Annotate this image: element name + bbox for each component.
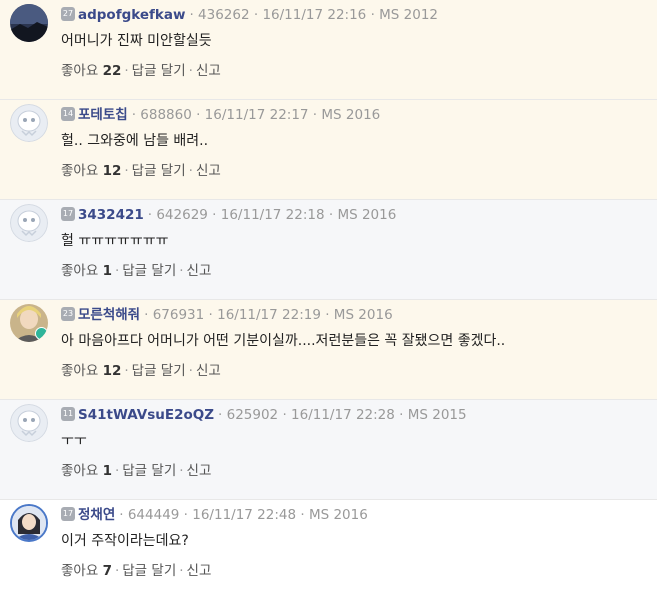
comment-text: 이거 주작이라는데요? [61, 533, 189, 549]
photo-avatar[interactable] [10, 504, 48, 542]
report-button[interactable]: 신고 [187, 563, 212, 579]
comment-actions: 좋아요 7 · 답글 달기 · 신고 [61, 563, 212, 579]
comment-info: · 625902 · 16/11/17 22:28 · MS 2015 [218, 407, 467, 423]
level-badge-icon: 11 [61, 407, 75, 421]
report-button[interactable]: 신고 [187, 463, 212, 479]
reply-button[interactable]: 답글 달기 [122, 463, 176, 479]
comment-list: 27 adpofgkefkaw · 436262 · 16/11/17 22:16 … [0, 0, 657, 600]
default-face-avatar[interactable] [10, 204, 48, 242]
comment-text: 헐 ㅠㅠㅠㅠㅠㅠㅠ [61, 233, 169, 249]
night-landscape-avatar[interactable] [10, 4, 48, 42]
comment-meta: 17 정채연 · 644449 · 16/11/17 22:48 · MS 2016 [61, 505, 368, 525]
comment-text: 아 마음아프다 어머니가 어떤 기분이실까....저런분들은 꼭 잘됐으면 좋겠… [61, 333, 506, 349]
like-count: 12 [102, 163, 122, 179]
like-button[interactable]: 좋아요 1 [61, 263, 112, 279]
like-count: 1 [102, 263, 112, 279]
comment-meta: 11 S41tWAVsuE2oQZ · 625902 · 16/11/17 22:2… [61, 405, 467, 425]
comment-item: 11 S41tWAVsuE2oQZ · 625902 · 16/11/17 22:2… [0, 400, 657, 500]
comment-item: 14 포테토칩 · 688860 · 16/11/17 22:17 · MS 201… [0, 100, 657, 200]
reply-button[interactable]: 답글 달기 [132, 163, 186, 179]
comment-text: 헐.. 그와중에 남들 배려.. [61, 133, 209, 149]
comment-actions: 좋아요 22 · 답글 달기 · 신고 [61, 63, 221, 79]
nickname-link[interactable]: S41tWAVsuE2oQZ [78, 407, 214, 423]
report-button[interactable]: 신고 [196, 363, 221, 379]
comment-actions: 좋아요 12 · 답글 달기 · 신고 [61, 163, 221, 179]
comment-info: · 688860 · 16/11/17 22:17 · MS 2016 [131, 107, 381, 123]
comment-meta: 17 3432421 · 642629 · 16/11/17 22:18 · MS … [61, 205, 396, 225]
comment-info: · 436262 · 16/11/17 22:16 · MS 2012 [189, 7, 439, 23]
comment-text: ㅜㅜ [61, 433, 87, 449]
comment-actions: 좋아요 1 · 답글 달기 · 신고 [61, 463, 212, 479]
nickname-link[interactable]: 모른척해줘 [78, 307, 140, 323]
comment-item: 27 adpofgkefkaw · 436262 · 16/11/17 22:16 … [0, 0, 657, 100]
nickname-link[interactable]: 3432421 [78, 207, 144, 223]
comment-info: · 644449 · 16/11/17 22:48 · MS 2016 [119, 507, 368, 523]
comment-meta: 14 포테토칩 · 688860 · 16/11/17 22:17 · MS 201… [61, 105, 380, 125]
report-button[interactable]: 신고 [196, 163, 221, 179]
default-face-avatar[interactable] [10, 104, 48, 142]
comment-actions: 좋아요 1 · 답글 달기 · 신고 [61, 263, 212, 279]
report-button[interactable]: 신고 [196, 63, 221, 79]
reply-button[interactable]: 답글 달기 [132, 63, 186, 79]
like-button[interactable]: 좋아요 22 [61, 63, 121, 79]
like-button[interactable]: 좋아요 12 [61, 163, 121, 179]
level-badge-icon: 14 [61, 107, 75, 121]
comment-item: 17 정채연 · 644449 · 16/11/17 22:48 · MS 2016… [0, 500, 657, 600]
comment-info: · 642629 · 16/11/17 22:18 · MS 2016 [147, 207, 397, 223]
comment-meta: 23 모른척해줘 · 676931 · 16/11/17 22:19 · MS 20… [61, 305, 393, 325]
level-badge-icon: 17 [61, 207, 75, 221]
like-count: 1 [102, 463, 112, 479]
comment-meta: 27 adpofgkefkaw · 436262 · 16/11/17 22:16 … [61, 5, 438, 25]
comment-text: 어머니가 진짜 미안할실듯 [61, 33, 212, 49]
comment-item: 17 3432421 · 642629 · 16/11/17 22:18 · MS … [0, 200, 657, 300]
level-badge-icon: 23 [61, 307, 75, 321]
like-count: 12 [102, 363, 122, 379]
comment-actions: 좋아요 12 · 답글 달기 · 신고 [61, 363, 221, 379]
nickname-link[interactable]: 포테토칩 [78, 107, 128, 123]
level-badge-icon: 27 [61, 7, 75, 21]
default-face-avatar[interactable] [10, 404, 48, 442]
reply-button[interactable]: 답글 달기 [122, 263, 176, 279]
like-button[interactable]: 좋아요 1 [61, 463, 112, 479]
level-badge-icon: 17 [61, 507, 75, 521]
report-button[interactable]: 신고 [187, 263, 212, 279]
reply-button[interactable]: 답글 달기 [132, 363, 186, 379]
badge-icon [35, 327, 48, 340]
comment-item: 23 모른척해줘 · 676931 · 16/11/17 22:19 · MS 20… [0, 300, 657, 400]
photo-avatar[interactable] [10, 304, 48, 342]
like-count: 22 [102, 63, 122, 79]
like-button[interactable]: 좋아요 7 [61, 563, 112, 579]
like-button[interactable]: 좋아요 12 [61, 363, 121, 379]
nickname-link[interactable]: adpofgkefkaw [78, 7, 185, 23]
like-count: 7 [102, 563, 112, 579]
comment-info: · 676931 · 16/11/17 22:19 · MS 2016 [144, 307, 393, 323]
nickname-link[interactable]: 정채연 [78, 507, 115, 523]
reply-button[interactable]: 답글 달기 [122, 563, 176, 579]
